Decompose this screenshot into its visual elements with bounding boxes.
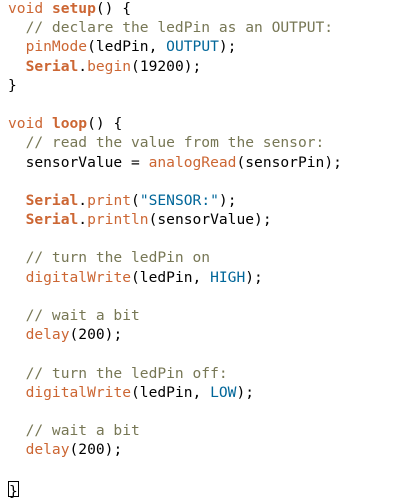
code-line: delay(200);	[8, 325, 342, 344]
code-constant: LOW	[210, 383, 237, 401]
code-line: }	[8, 76, 342, 95]
code-token: );	[245, 268, 263, 286]
code-keyword: void	[8, 115, 44, 133]
code-keyword: analogRead	[148, 153, 237, 171]
code-token: () {	[95, 0, 132, 17]
code-line: // read the value from the sensor:	[8, 133, 342, 152]
code-token: (200);	[69, 441, 123, 459]
code-token: (sensorValue);	[148, 211, 272, 229]
code-line: sensorValue = analogRead(sensorPin);	[8, 153, 342, 172]
code-keyword: digitalWrite	[25, 268, 132, 286]
code-token: .	[78, 57, 88, 75]
code-line: // turn the ledPin off:	[8, 364, 342, 383]
code-line: digitalWrite(ledPin, LOW);	[8, 383, 342, 402]
code-token: (	[131, 191, 140, 209]
code-line: // declare the ledPin as an OUTPUT:	[8, 18, 342, 37]
code-keyword: Serial	[25, 191, 79, 209]
code-text-area[interactable]: void setup() { // declare the ledPin as …	[8, 0, 342, 500]
code-line: digitalWrite(ledPin, HIGH);	[8, 268, 342, 287]
code-token: );	[218, 191, 237, 209]
code-keyword: Serial	[25, 57, 79, 75]
code-token: }	[8, 76, 17, 94]
code-comment: // wait a bit	[8, 307, 140, 324]
code-comment: // declare the ledPin as an OUTPUT:	[8, 19, 334, 37]
code-editor[interactable]: void setup() { // declare the ledPin as …	[0, 0, 403, 500]
code-token: );	[218, 38, 237, 56]
code-line: Serial.println(sensorValue);	[8, 210, 342, 229]
code-comment: // wait a bit	[8, 422, 140, 440]
code-keyword: loop	[51, 115, 88, 133]
code-token: );	[236, 383, 255, 401]
code-comment: // turn the ledPin on	[8, 249, 211, 267]
code-constant: HIGH	[210, 268, 246, 286]
code-line: Serial.print("SENSOR:");	[8, 191, 342, 210]
code-token: (ledPin,	[87, 38, 167, 56]
code-constant: "SENSOR:"	[139, 191, 219, 209]
code-line: Serial.begin(19200);	[8, 57, 342, 76]
code-token: () {	[87, 115, 123, 133]
code-token: (ledPin,	[131, 268, 211, 286]
code-token: sensorValue =	[8, 153, 149, 171]
code-line: delay(200);	[8, 440, 342, 459]
code-keyword: begin	[87, 57, 132, 75]
code-line: void loop() {	[8, 114, 342, 133]
code-token: .	[78, 211, 88, 229]
code-token: (19200);	[131, 57, 202, 75]
code-token: (ledPin,	[131, 383, 211, 401]
code-comment: // turn the ledPin off:	[8, 364, 228, 382]
closing-brace-with-cursor[interactable]: }	[8, 480, 19, 500]
code-line: // wait a bit	[8, 306, 342, 325]
code-keyword: Serial	[25, 211, 79, 229]
code-keyword: void	[8, 0, 44, 17]
code-line: void setup() {	[8, 0, 342, 18]
code-keyword: println	[87, 211, 149, 229]
code-line: // turn the ledPin on	[8, 248, 342, 267]
code-keyword: delay	[25, 441, 70, 459]
code-line: pinMode(ledPin, OUTPUT);	[8, 37, 342, 56]
code-line: // wait a bit	[8, 421, 342, 440]
code-keyword: print	[87, 191, 132, 209]
code-token: .	[78, 191, 88, 209]
code-token: (200);	[69, 326, 123, 344]
code-keyword: digitalWrite	[25, 383, 132, 401]
code-keyword: pinMode	[25, 38, 88, 56]
code-keyword: setup	[51, 0, 96, 17]
code-keyword: delay	[25, 326, 70, 344]
code-token: (sensorPin);	[236, 153, 342, 171]
code-constant: OUTPUT	[166, 38, 219, 56]
code-comment: // read the value from the sensor:	[8, 134, 325, 152]
